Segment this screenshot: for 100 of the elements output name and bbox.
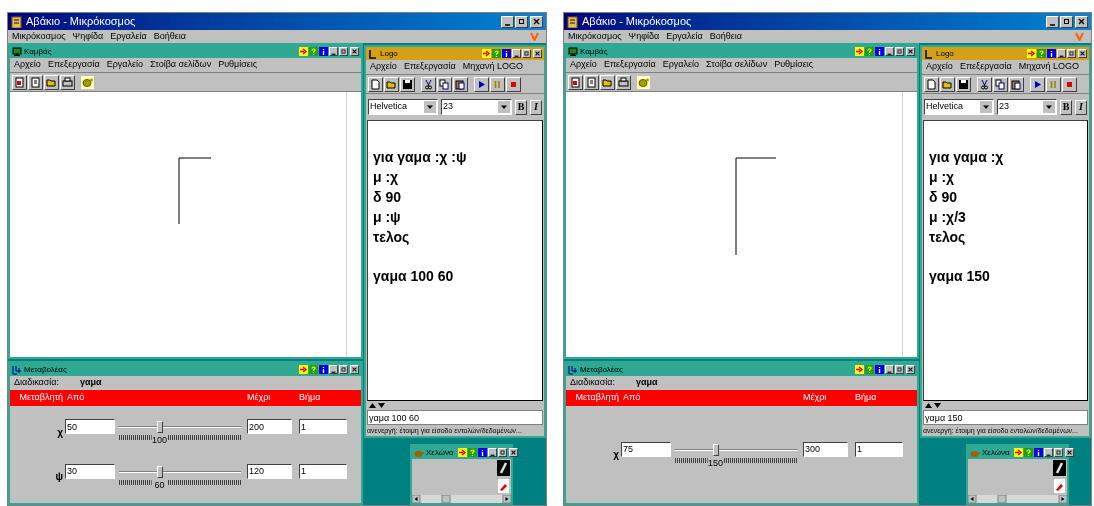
menu-item[interactable]: Αρχείο bbox=[14, 58, 41, 72]
pen-icon[interactable] bbox=[1053, 460, 1066, 476]
maximize-icon[interactable] bbox=[519, 19, 524, 24]
play-icon[interactable] bbox=[1032, 78, 1043, 90]
menu-item[interactable]: Στοίβα σελίδων bbox=[706, 58, 768, 72]
eraser-icon[interactable] bbox=[497, 478, 510, 494]
menu-item[interactable]: Μηχανή LOGO bbox=[462, 60, 523, 74]
value-slider[interactable]: 150 bbox=[675, 440, 797, 469]
step-field[interactable]: 1 bbox=[299, 463, 347, 479]
menu-item[interactable]: Ρυθμίσεις bbox=[218, 58, 258, 72]
arrow-icon[interactable] bbox=[482, 49, 491, 58]
eraser-icon[interactable] bbox=[1053, 478, 1066, 494]
menu-item[interactable]: Εργαλεία bbox=[666, 29, 703, 44]
menu-item[interactable]: Μηχανή LOGO bbox=[1018, 60, 1079, 74]
menu-item[interactable]: Επεξεργασία bbox=[403, 60, 456, 74]
minimize-button[interactable] bbox=[329, 365, 338, 374]
info-icon[interactable] bbox=[875, 365, 884, 374]
info-icon[interactable] bbox=[319, 365, 328, 374]
minimize-icon[interactable] bbox=[330, 371, 337, 373]
size-dropdown[interactable]: 23 bbox=[997, 99, 1057, 115]
page-icon[interactable] bbox=[30, 76, 41, 88]
minimize-icon[interactable] bbox=[330, 53, 337, 55]
new-document-icon[interactable] bbox=[926, 78, 937, 90]
value-slider[interactable]: 60 bbox=[119, 462, 241, 491]
menu-item[interactable]: Αρχείο bbox=[570, 58, 597, 72]
from-field[interactable]: 30 bbox=[65, 463, 115, 479]
minimize-button[interactable] bbox=[1057, 49, 1066, 58]
menu-item[interactable]: Εργαλεία bbox=[110, 29, 147, 44]
menu-item[interactable]: Ψηφίδα bbox=[72, 29, 104, 44]
to-field[interactable]: 300 bbox=[803, 441, 848, 457]
maximize-button[interactable] bbox=[1053, 448, 1063, 457]
menu-item[interactable]: Επεξεργασία bbox=[603, 58, 656, 72]
arrow-icon[interactable] bbox=[299, 47, 308, 56]
minimize-icon[interactable] bbox=[513, 55, 520, 57]
paste-icon[interactable] bbox=[455, 78, 466, 90]
menu-item[interactable]: Ρυθμίσεις bbox=[774, 58, 814, 72]
slider-thumb[interactable] bbox=[156, 465, 163, 478]
open-folder-icon[interactable] bbox=[942, 78, 953, 90]
scrollbar-drawing[interactable] bbox=[412, 495, 511, 503]
maximize-button[interactable] bbox=[497, 448, 507, 457]
print-icon[interactable] bbox=[62, 76, 73, 88]
to-field[interactable]: 120 bbox=[247, 463, 292, 479]
turtle-icon[interactable] bbox=[637, 75, 650, 89]
minimize-button[interactable] bbox=[329, 47, 338, 56]
italic-button[interactable]: I bbox=[1075, 99, 1087, 115]
menu-item[interactable]: Επεξεργασία bbox=[47, 58, 100, 72]
slider-thumb[interactable] bbox=[712, 443, 719, 456]
scrollbar-drawing[interactable] bbox=[968, 495, 1067, 503]
menu-item[interactable]: Βοήθεια bbox=[709, 29, 742, 44]
arrow-icon[interactable] bbox=[299, 365, 308, 374]
menu-item[interactable]: Αρχείο bbox=[370, 60, 397, 74]
save-icon[interactable] bbox=[402, 78, 413, 90]
menu-item[interactable]: Εργαλείο bbox=[106, 58, 144, 72]
step-field[interactable]: 1 bbox=[299, 419, 347, 435]
to-field[interactable]: 200 bbox=[247, 419, 292, 435]
arrow-icon[interactable] bbox=[457, 448, 467, 457]
info-icon[interactable] bbox=[1047, 49, 1056, 58]
slider-thumb[interactable] bbox=[156, 421, 163, 434]
minimize-icon[interactable] bbox=[1045, 454, 1051, 456]
font-dropdown[interactable]: Helvetica bbox=[368, 99, 438, 115]
command-field[interactable]: γαμα 100 60 bbox=[367, 410, 543, 425]
minimize-button[interactable] bbox=[885, 47, 894, 56]
play-icon[interactable] bbox=[476, 78, 487, 90]
caret-icon[interactable] bbox=[980, 101, 992, 113]
minimize-icon[interactable] bbox=[1049, 24, 1056, 26]
font-dropdown[interactable]: Helvetica bbox=[924, 99, 994, 115]
menu-item[interactable]: Ψηφίδα bbox=[628, 29, 660, 44]
menu-item[interactable]: Στοίβα σελίδων bbox=[150, 58, 212, 72]
italic-button[interactable]: I bbox=[530, 99, 542, 115]
bold-button[interactable]: B bbox=[1060, 99, 1072, 115]
info-icon[interactable] bbox=[875, 47, 884, 56]
info-icon[interactable] bbox=[1033, 448, 1043, 457]
resize-arrows-icon[interactable] bbox=[368, 402, 386, 409]
code-editor[interactable]: για γαμα :χ :ψ μ :χ δ 90 μ :ψ τελος γαμα 100 60 bbox=[367, 120, 543, 401]
minimize-button[interactable] bbox=[512, 49, 521, 58]
save-icon[interactable] bbox=[958, 78, 969, 90]
minimize-icon[interactable] bbox=[886, 53, 893, 55]
new-document-icon[interactable] bbox=[370, 78, 381, 90]
copy-icon[interactable] bbox=[995, 78, 1006, 90]
minimize-icon[interactable] bbox=[886, 371, 893, 373]
menu-item[interactable]: Βοήθεια bbox=[153, 29, 186, 44]
caret-icon[interactable] bbox=[498, 101, 510, 113]
arrow-icon[interactable] bbox=[1013, 448, 1023, 457]
menu-item[interactable]: Μικρόκοσμος bbox=[568, 29, 622, 44]
minimize-icon[interactable] bbox=[489, 454, 495, 456]
open-folder-icon[interactable] bbox=[46, 76, 57, 88]
new-page-icon[interactable] bbox=[14, 76, 25, 88]
open-folder-icon[interactable] bbox=[602, 76, 613, 88]
copy-icon[interactable] bbox=[439, 78, 450, 90]
page-icon[interactable] bbox=[586, 76, 597, 88]
paste-icon[interactable] bbox=[1011, 78, 1022, 90]
minimize-icon[interactable] bbox=[504, 24, 511, 26]
info-icon[interactable] bbox=[502, 49, 511, 58]
menu-item[interactable]: Επεξεργασία bbox=[959, 60, 1012, 74]
minimize-icon[interactable] bbox=[1058, 55, 1065, 57]
maximize-button[interactable] bbox=[515, 15, 528, 28]
scissors-icon[interactable] bbox=[979, 78, 990, 90]
minimize-button[interactable] bbox=[1043, 448, 1053, 457]
minimize-button[interactable] bbox=[885, 365, 894, 374]
menu-item[interactable]: Αρχείο bbox=[926, 60, 953, 74]
